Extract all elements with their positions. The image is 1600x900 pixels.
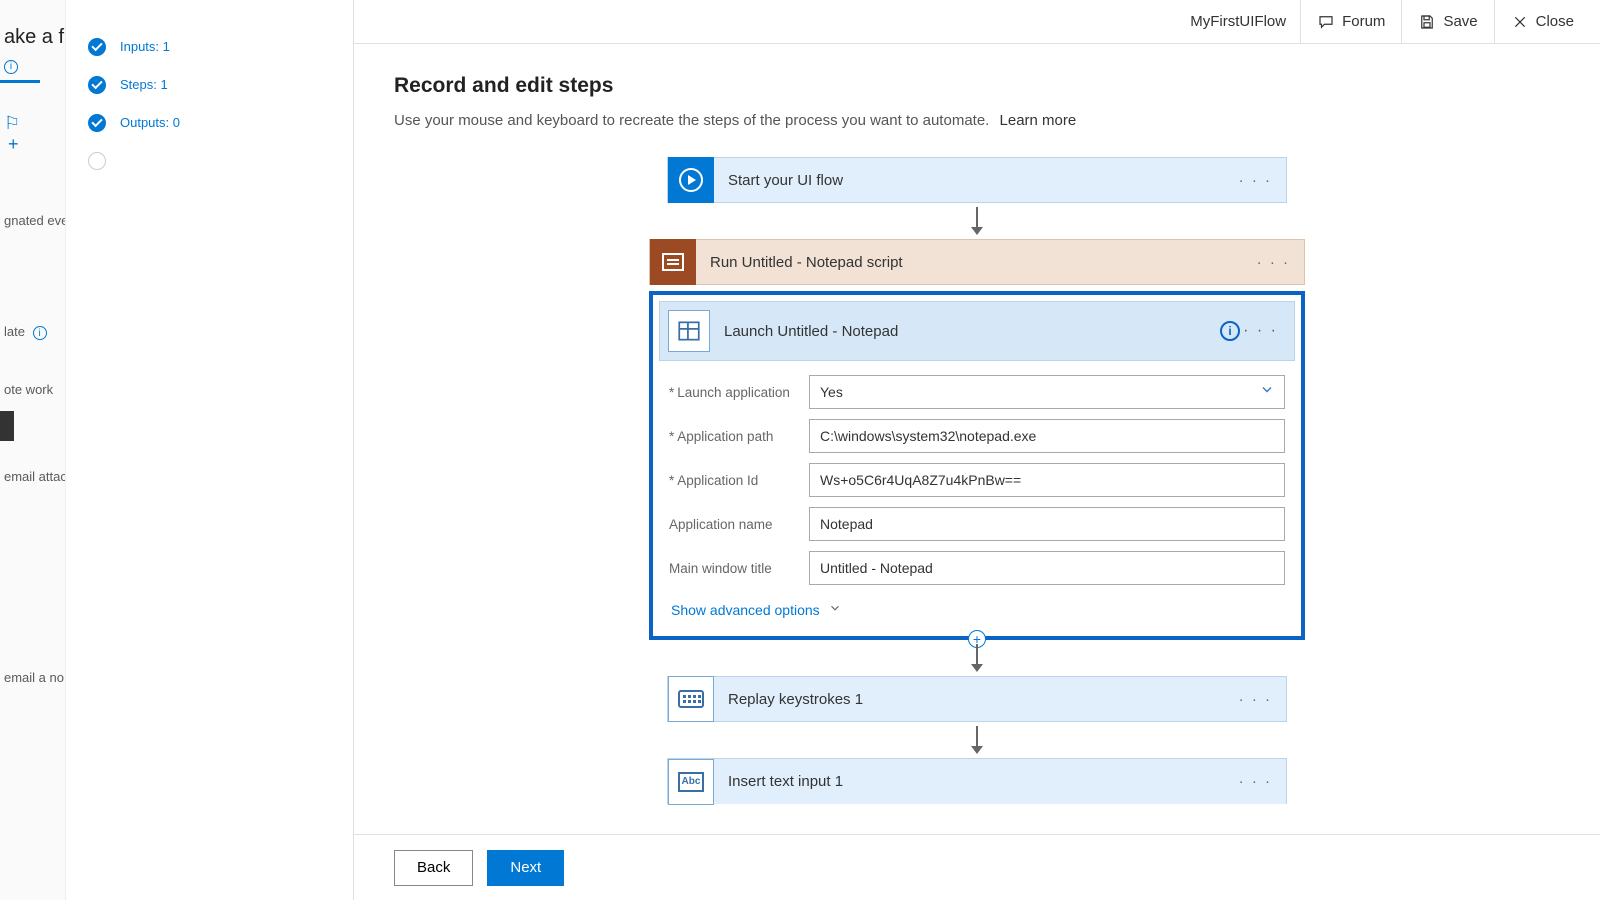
next-button[interactable]: Next [487, 850, 564, 886]
flag-icon: ⚐ [4, 113, 65, 134]
field-label-launch-app: Launch application [669, 385, 809, 400]
text-abc-icon: Abc [668, 759, 714, 805]
card-title: Launch Untitled - Notepad [710, 323, 898, 340]
back-button[interactable]: Back [394, 850, 473, 886]
card-menu-icon[interactable]: · · · [1239, 691, 1272, 708]
bg-progress-line [0, 80, 40, 83]
forum-label: Forum [1342, 13, 1385, 30]
forum-button[interactable]: Forum [1300, 0, 1401, 44]
step-sublabel: Inputs: 1 [120, 39, 170, 54]
card-launch-notepad: Launch Untitled - Notepad i · · · Launch… [649, 291, 1305, 640]
page-title: Record and edit steps [394, 74, 1560, 98]
bg-item: gnated even [0, 205, 65, 236]
plus-icon: + [8, 134, 65, 155]
bg-dark-box [0, 411, 14, 441]
connector-arrow [976, 207, 978, 235]
launch-app-value[interactable] [809, 375, 1285, 409]
card-replay-keystrokes[interactable]: Replay keystrokes 1 · · · [667, 676, 1287, 722]
card-menu-icon[interactable]: · · · [1239, 773, 1272, 790]
card-menu-icon[interactable]: · · · [1257, 254, 1290, 271]
save-button[interactable]: Save [1401, 0, 1493, 44]
main-content: Record and edit steps Use your mouse and… [354, 44, 1600, 900]
close-icon [1511, 13, 1529, 31]
info-icon: i [4, 60, 18, 74]
launch-app-select[interactable] [809, 375, 1285, 409]
app-name-input[interactable] [809, 507, 1285, 541]
show-advanced-link[interactable]: Show advanced options [669, 595, 1285, 620]
card-menu-icon[interactable]: · · · [1239, 172, 1272, 189]
step-sublabel: Outputs: 0 [120, 115, 180, 130]
close-button[interactable]: Close [1494, 0, 1590, 44]
step-test[interactable]: Test [66, 140, 353, 178]
info-icon: i [33, 326, 47, 340]
step-complete-icon [88, 114, 106, 132]
footer-bar: Back Next [354, 834, 1600, 900]
keyboard-icon [668, 676, 714, 722]
step-sublabel: Steps: 1 [120, 77, 168, 92]
info-icon[interactable]: i [1220, 321, 1240, 341]
bg-item: email a no [0, 662, 65, 693]
field-label-win-title: Main window title [669, 561, 809, 576]
win-title-input[interactable] [809, 551, 1285, 585]
step-complete-icon [88, 38, 106, 56]
bg-title: ake a flo [0, 0, 65, 57]
connector-arrow [976, 726, 978, 754]
bg-item: ote work [0, 374, 65, 405]
flow-name: MyFirstUIFlow [1176, 13, 1300, 30]
play-icon [668, 157, 714, 203]
card-insert-text[interactable]: Abc Insert text input 1 · · · [667, 758, 1287, 804]
page-subtitle: Use your mouse and keyboard to recreate … [394, 112, 1560, 129]
card-start-flow[interactable]: Start your UI flow · · · [667, 157, 1287, 203]
field-label-app-id: Application Id [669, 473, 809, 488]
top-header: MyFirstUIFlow Forum Save Close [354, 0, 1600, 44]
background-panel: ake a flo i ⚐ + gnated even late i ote w… [0, 0, 66, 900]
save-icon [1418, 13, 1436, 31]
chat-icon [1317, 13, 1335, 31]
app-id-input[interactable] [809, 463, 1285, 497]
app-path-input[interactable] [809, 419, 1285, 453]
field-label-app-path: Application path [669, 429, 809, 444]
step-setup-inputs[interactable]: Set up inputsInputs: 1 [66, 26, 353, 64]
flow-canvas: Start your UI flow · · · Run Untitled - … [394, 157, 1560, 804]
card-menu-icon[interactable]: · · · [1243, 322, 1278, 340]
step-review-outputs[interactable]: Review outputsOutputs: 0 [66, 102, 353, 140]
step-pending-icon [88, 152, 106, 170]
window-icon [668, 310, 710, 352]
connector-with-add: + [976, 640, 978, 676]
connector-arrow [976, 644, 978, 672]
card-body: Launch application Application path [653, 361, 1301, 636]
close-label: Close [1536, 13, 1574, 30]
bg-item: email attac [0, 461, 65, 492]
card-title: Run Untitled - Notepad script [696, 254, 903, 271]
chevron-down-icon [828, 601, 842, 618]
card-header[interactable]: Launch Untitled - Notepad i · · · [659, 301, 1295, 361]
card-title: Replay keystrokes 1 [714, 691, 863, 708]
steps-sidebar: Set up inputsInputs: 1 Record and edit s… [66, 0, 354, 900]
script-icon [650, 239, 696, 285]
field-label-app-name: Application name [669, 517, 809, 532]
card-title: Start your UI flow [714, 172, 843, 189]
bg-item: late i [0, 316, 65, 349]
step-record-edit[interactable]: Record and edit stepsSteps: 1 [66, 64, 353, 102]
step-complete-icon [88, 76, 106, 94]
save-label: Save [1443, 13, 1477, 30]
card-title: Insert text input 1 [714, 773, 843, 790]
learn-more-link[interactable]: Learn more [1000, 112, 1077, 129]
card-run-script[interactable]: Run Untitled - Notepad script · · · [649, 239, 1305, 285]
